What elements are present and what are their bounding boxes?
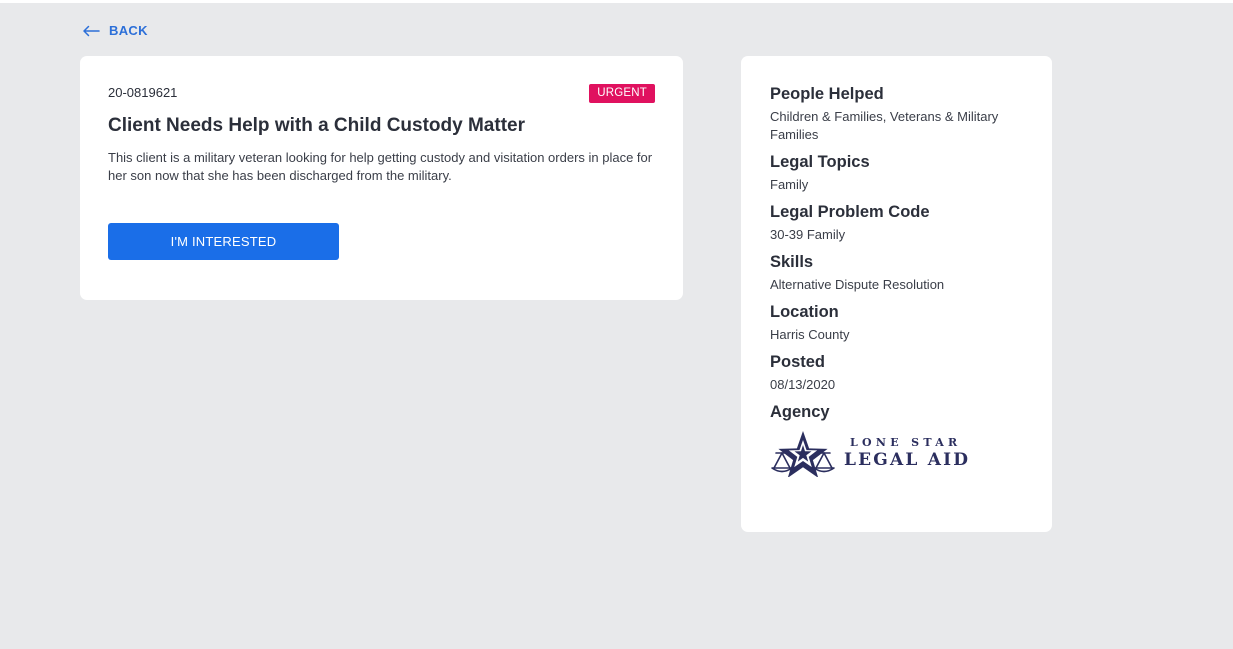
- section-posted: Posted 08/13/2020: [770, 351, 1032, 394]
- section-legal-topics: Legal Topics Family: [770, 151, 1032, 194]
- section-legal-problem-code: Legal Problem Code 30-39 Family: [770, 201, 1032, 244]
- back-label: BACK: [109, 23, 148, 38]
- section-value: 30-39 Family: [770, 227, 846, 242]
- section-skills: Skills Alternative Dispute Resolution: [770, 251, 1032, 294]
- section-label: Legal Topics: [770, 153, 870, 171]
- section-label: Posted: [770, 353, 826, 371]
- section-label: Agency: [770, 403, 830, 421]
- section-label: Location: [770, 303, 839, 321]
- page-background: BACK 20-0819621 URGENT Client Needs Help…: [0, 3, 1233, 649]
- section-people-helped: People Helped Children & Families, Veter…: [770, 83, 1032, 144]
- case-id: 20-0819621: [108, 85, 178, 100]
- back-link[interactable]: BACK: [82, 23, 148, 38]
- section-value: Alternative Dispute Resolution: [770, 277, 945, 292]
- case-title: Client Needs Help with a Child Custody M…: [108, 115, 525, 136]
- section-agency: Agency LONE STAR LEGAL AID: [770, 401, 1032, 477]
- logo-line-1: LONE STAR: [850, 436, 962, 449]
- section-value: Children & Families, Veterans & Military…: [770, 109, 999, 142]
- interested-button[interactable]: I'M INTERESTED: [108, 223, 339, 260]
- section-value: 08/13/2020: [770, 377, 836, 392]
- section-value: Family: [770, 177, 809, 192]
- case-card: 20-0819621 URGENT Client Needs Help with…: [80, 56, 683, 300]
- urgent-badge: URGENT: [589, 84, 655, 103]
- section-label: Skills: [770, 253, 814, 271]
- arrow-left-icon: [83, 25, 100, 36]
- logo-line-2: LEGAL AID: [844, 450, 971, 470]
- section-label: Legal Problem Code: [770, 203, 930, 221]
- section-value: Harris County: [770, 327, 850, 342]
- case-description: This client is a military veteran lookin…: [108, 150, 653, 183]
- agency-logo-wordmark: LONE STAR LEGAL AID: [844, 437, 970, 469]
- star-scales-icon: [771, 431, 835, 477]
- section-location: Location Harris County: [770, 301, 1032, 344]
- section-label: People Helped: [770, 85, 884, 103]
- details-card: People Helped Children & Families, Veter…: [741, 56, 1052, 532]
- agency-logo: LONE STAR LEGAL AID: [770, 429, 1032, 477]
